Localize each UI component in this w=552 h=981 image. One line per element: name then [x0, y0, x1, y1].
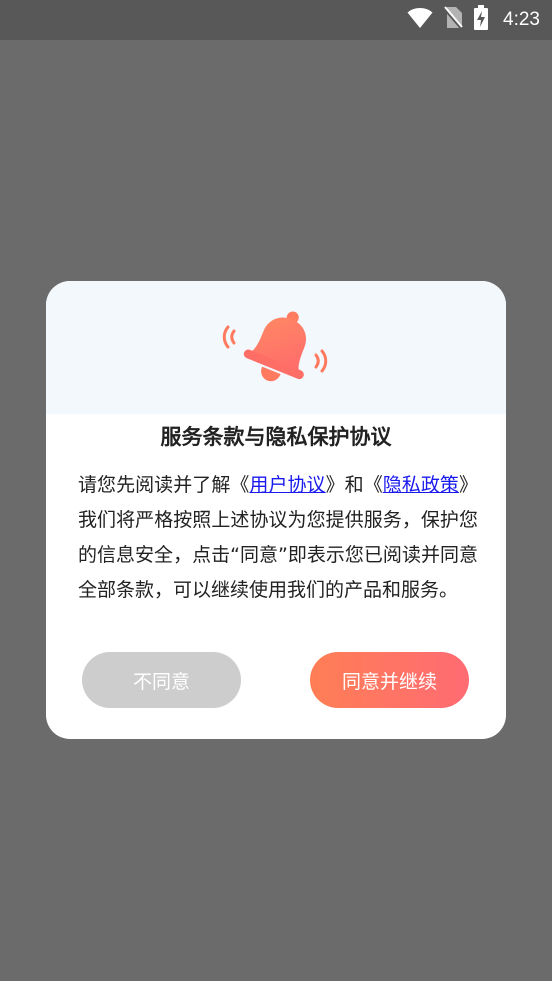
user-agreement-link[interactable]: 用户协议 — [249, 474, 325, 496]
message-middle: 》和《 — [325, 474, 383, 496]
battery-charging-icon — [473, 5, 489, 35]
message-prefix: 请您先阅读并了解《 — [78, 474, 250, 496]
status-bar: 4:23 — [0, 0, 552, 40]
agree-continue-button[interactable]: 同意并继续 — [310, 652, 469, 708]
screen: 4:23 服务条款与隐私保护协议 请您先阅读并了解《用户协议》和《隐私政策》我们… — [0, 0, 552, 981]
wifi-icon — [407, 7, 433, 33]
privacy-policy-link[interactable]: 隐私政策 — [383, 474, 459, 496]
no-sim-icon — [442, 6, 464, 34]
bell-ringing-icon — [222, 311, 328, 382]
disagree-button[interactable]: 不同意 — [82, 652, 241, 708]
status-time: 4:23 — [503, 9, 540, 30]
dialog-header — [46, 281, 506, 414]
status-icons: 4:23 — [407, 0, 540, 40]
privacy-dialog: 服务条款与隐私保护协议 请您先阅读并了解《用户协议》和《隐私政策》我们将严格按照… — [46, 281, 506, 739]
dialog-title: 服务条款与隐私保护协议 — [160, 425, 392, 449]
dialog-message: 请您先阅读并了解《用户协议》和《隐私政策》我们将严格按照上述协议为您提供服务，保… — [78, 468, 478, 608]
